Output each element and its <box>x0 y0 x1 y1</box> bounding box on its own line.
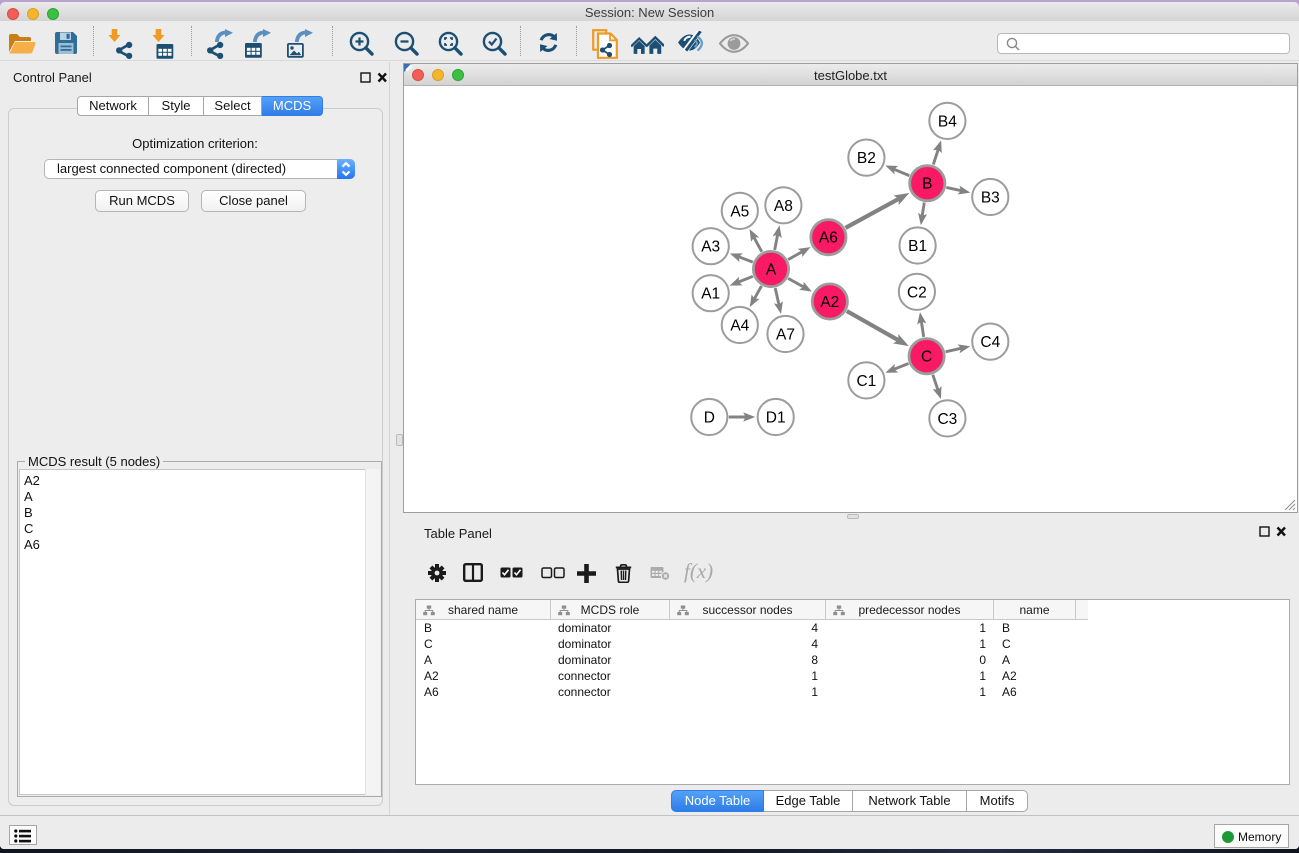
svg-text:A1: A1 <box>701 286 720 303</box>
svg-text:B4: B4 <box>938 113 957 130</box>
svg-text:A5: A5 <box>730 203 749 220</box>
svg-text:A2: A2 <box>820 294 839 311</box>
svg-text:C: C <box>921 349 932 366</box>
svg-text:C1: C1 <box>856 373 876 390</box>
svg-text:A3: A3 <box>701 239 720 256</box>
svg-text:A4: A4 <box>730 318 749 335</box>
svg-text:C4: C4 <box>980 334 1000 351</box>
svg-text:A7: A7 <box>776 327 795 344</box>
svg-text:B: B <box>922 176 932 193</box>
svg-text:D: D <box>704 410 715 427</box>
svg-text:C3: C3 <box>937 411 957 428</box>
svg-text:D1: D1 <box>766 410 786 427</box>
svg-text:A: A <box>766 262 777 279</box>
svg-text:B2: B2 <box>857 150 876 167</box>
svg-text:A6: A6 <box>819 230 838 247</box>
svg-text:B1: B1 <box>908 238 927 255</box>
svg-text:C2: C2 <box>907 284 927 301</box>
svg-text:B3: B3 <box>981 190 1000 207</box>
svg-text:A8: A8 <box>774 198 793 215</box>
